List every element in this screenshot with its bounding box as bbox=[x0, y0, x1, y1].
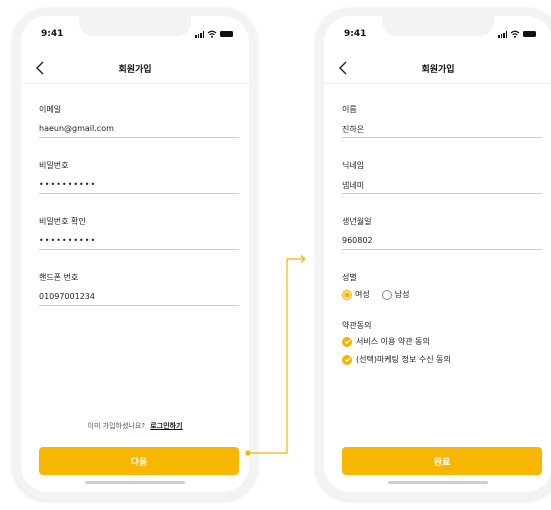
flow-connector-dot bbox=[245, 450, 251, 456]
canvas: 9:41 회원가입 이메일 haeun@gmail.com 비밀번호 •••••… bbox=[0, 0, 551, 510]
flow-connector-line bbox=[248, 258, 304, 454]
flow-connector bbox=[245, 255, 306, 456]
